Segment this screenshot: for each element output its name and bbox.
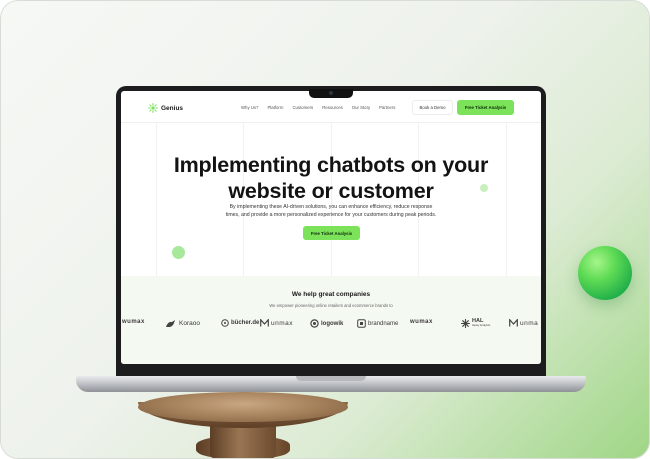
company-logo-brandname: brandname: [357, 319, 398, 328]
free-ticket-analysis-button[interactable]: Free Ticket Analysis: [457, 100, 514, 115]
logowik-logo-icon: [310, 319, 319, 328]
nav-item-customers[interactable]: Customers: [292, 105, 313, 110]
hero-title: Implementing chatbots on your website or…: [121, 152, 541, 204]
laptop-base-groove: [296, 376, 366, 381]
brand-logo[interactable]: Genius: [148, 103, 183, 113]
company-logo-buecher: bücher.de: [221, 319, 259, 327]
laptop-screen: Genius Why Us? Platform Customers Resour…: [121, 91, 541, 364]
hal-logo-icon: [461, 319, 470, 328]
company-logos-row: wumax Koraoo bücher.de unmax logowik bra…: [121, 319, 541, 329]
company-logo-text: wumax: [410, 319, 433, 325]
companies-section: We help great companies We empower pione…: [121, 276, 541, 364]
nav-item-our-story[interactable]: Our Story: [352, 105, 370, 110]
company-logo-wumax: wumax: [122, 319, 145, 325]
company-logo-text: unma: [520, 319, 539, 327]
company-logo-hal: HAL Heavy Analytics: [461, 319, 490, 328]
company-logo-text: bücher.de: [231, 320, 260, 326]
company-logo-unmax: unmax: [260, 319, 293, 327]
buecher-logo-icon: [221, 319, 229, 327]
unmax-logo-icon: [509, 319, 518, 327]
company-logo-text: unmax: [271, 319, 294, 327]
hal-logo-text: HAL Heavy Analytics: [472, 319, 490, 328]
hero-subtitle-line1: By implementing these AI-driven solution…: [229, 204, 433, 210]
decorative-dot: [172, 246, 185, 259]
background-card: Genius Why Us? Platform Customers Resour…: [0, 0, 650, 459]
hero-title-line2: website or customer: [228, 179, 434, 203]
brandname-logo-icon: [357, 319, 366, 328]
company-logo-text: Koraoo: [179, 320, 200, 327]
nav-item-platform[interactable]: Platform: [267, 105, 283, 110]
hero-subtitle-line2: times, and provide a more personalized e…: [225, 211, 437, 218]
decorative-dot: [480, 184, 488, 192]
companies-title: We help great companies: [291, 291, 371, 298]
hero-title-line1: Implementing chatbots on your: [173, 153, 489, 177]
companies-subtitle: We empower pioneering online retailers a…: [269, 303, 393, 308]
unmax-logo-icon: [260, 319, 269, 327]
hero-subtitle: By implementing these AI-driven solution…: [211, 204, 451, 219]
hal-logo-caption: Heavy Analytics: [472, 323, 491, 327]
nav-item-resources[interactable]: Resources: [322, 105, 343, 110]
nav-item-partners[interactable]: Partners: [379, 105, 395, 110]
company-logo-unmax-2: unma: [509, 319, 538, 327]
company-logo-text: wumax: [122, 319, 145, 325]
laptop-camera-notch: [309, 89, 353, 98]
company-logo-logowik: logowik: [310, 319, 343, 328]
nav-menu: Why Us? Platform Customers Resources Our…: [241, 105, 395, 110]
company-logo-text: brandname: [368, 320, 399, 327]
table-top: [138, 392, 348, 422]
brand-name: Genius: [161, 104, 184, 112]
company-logo-wumax-2: wumax: [410, 319, 433, 325]
book-demo-button[interactable]: Book a Demo: [412, 100, 453, 115]
company-logo-text: logowik: [321, 320, 344, 327]
genius-logo-icon: [148, 103, 158, 113]
hero-cta-button[interactable]: Free Ticket Analysis: [303, 226, 360, 240]
decorative-green-sphere: [578, 246, 632, 300]
nav-item-why-us[interactable]: Why Us?: [241, 105, 258, 110]
company-logo-koraoo: Koraoo: [165, 319, 200, 328]
kangaroo-icon: [166, 320, 175, 327]
